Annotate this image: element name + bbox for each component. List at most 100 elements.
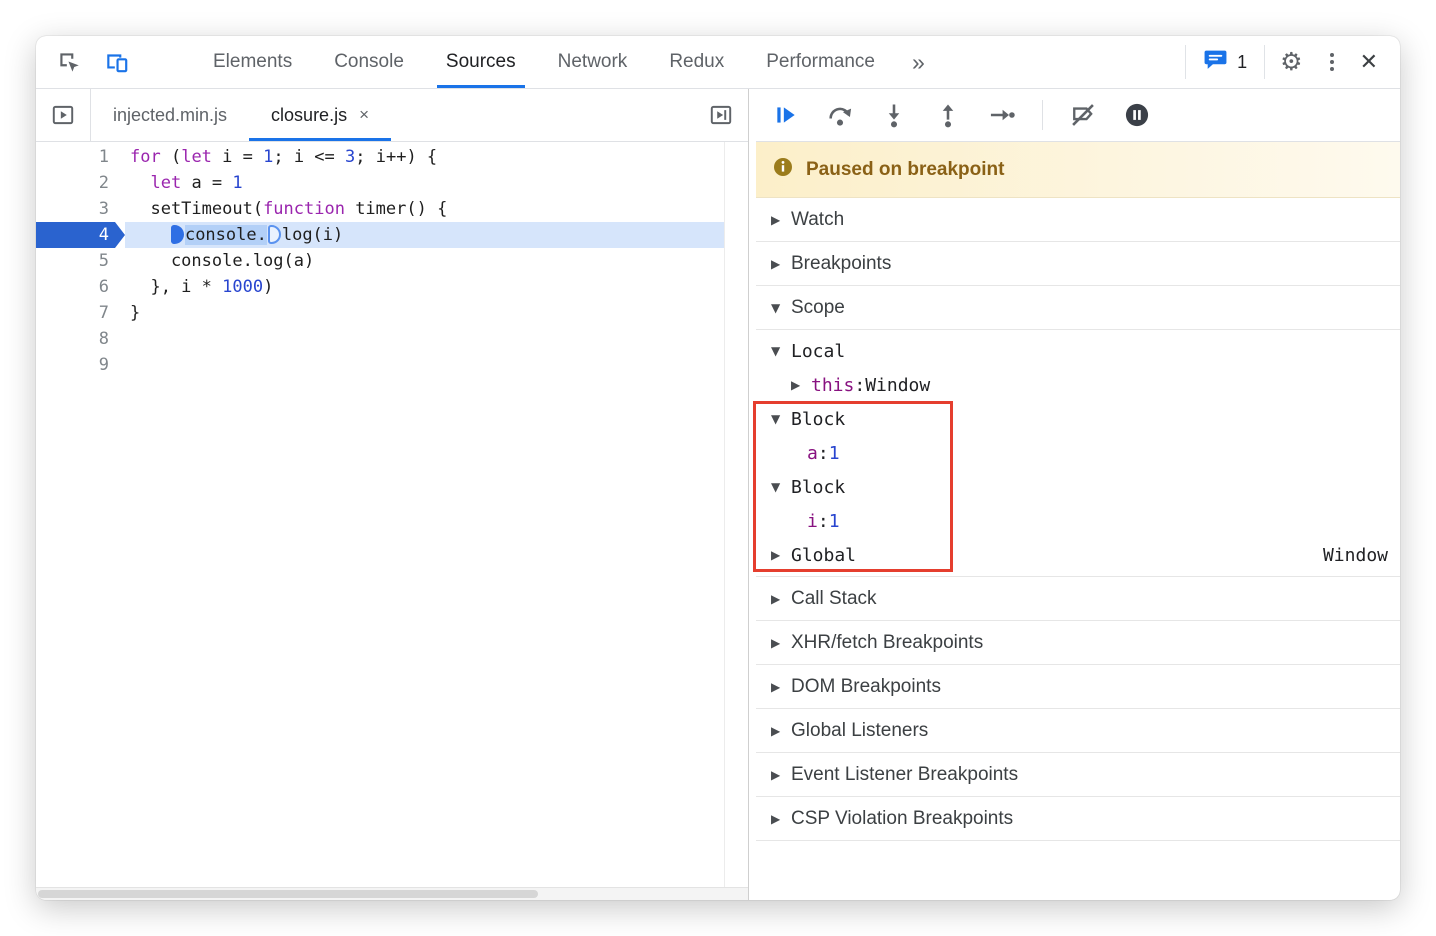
disclosure-triangle-icon[interactable]: ▼ [771,481,791,493]
message-count-badge: 1 [1237,51,1248,72]
disclosure-triangle-icon[interactable]: ▶ [771,637,783,649]
scrollbar-thumb[interactable] [38,890,538,898]
code-token: setTimeout( [130,199,264,219]
step-into-icon[interactable] [880,101,908,129]
code-token: let [150,173,182,193]
code-token: ( [160,147,182,167]
tab-redux[interactable]: Redux [648,36,745,88]
pause-on-exceptions-icon[interactable] [1123,101,1151,129]
scope-label: Local [791,340,846,362]
code-token: timer() { [344,199,448,219]
close-tab-icon[interactable]: × [359,105,369,125]
code-line: 8 [36,326,724,352]
disclosure-triangle-icon[interactable]: ▼ [771,345,791,357]
tab-sources[interactable]: Sources [425,36,537,88]
code-line: 2 let a = 1 [36,170,724,196]
file-tab-closure-js[interactable]: closure.js × [249,89,391,141]
tab-console[interactable]: Console [313,36,425,88]
section-global-listeners[interactable]: ▶ Global Listeners [756,709,1400,753]
section-csp-violation-breakpoints[interactable]: ▶ CSP Violation Breakpoints [756,797,1400,841]
tab-performance[interactable]: Performance [745,36,896,88]
file-tab-injected-min-js[interactable]: injected.min.js [91,89,249,141]
disclosure-triangle-icon[interactable]: ▶ [771,549,791,561]
scope-tree: ▼ Local ▶ this: Window ▼ Block a: 1 ▼ Block i: 1 ▶… [756,330,1400,577]
disclosure-triangle-icon[interactable]: ▶ [771,681,783,693]
code-line: 6 }, i * 1000) [36,274,724,300]
sources-editor-pane: injected.min.js closure.js × 1 for (let i =… [36,89,748,900]
disclosure-triangle-icon[interactable]: ▶ [771,769,783,781]
code-token: a = [181,173,233,193]
scope-a: a: 1 [756,436,1400,470]
variable-value: 1 [828,510,840,532]
settings-gear-icon[interactable]: ⚙ [1265,47,1317,77]
line-number-gutter[interactable]: 3 [36,196,125,222]
disclosure-triangle-icon[interactable]: ▶ [771,258,783,270]
step-out-icon[interactable] [934,101,962,129]
code-token: i = [211,147,264,167]
file-tab-bar: injected.min.js closure.js × [36,89,748,142]
code-text: console.log(a) [125,248,724,274]
section-label: Breakpoints [791,252,892,274]
section-xhr-fetch-breakpoints[interactable]: ▶ XHR/fetch Breakpoints [756,621,1400,665]
line-number-gutter[interactable]: 6 [36,274,125,300]
code-token: 1000 [222,277,264,297]
scope-label: Global [791,544,857,566]
resume-script-execution-icon[interactable] [772,101,800,129]
inline-step-marker-icon[interactable] [170,225,184,244]
code-token: console. [184,225,267,245]
debugger-toolbar [756,89,1400,142]
tab-elements[interactable]: Elements [192,36,313,88]
toolbar-separator [1042,100,1043,130]
line-number-gutter[interactable]: 1 [36,144,125,170]
pane-divider[interactable] [748,89,756,900]
line-number-gutter[interactable]: 8 [36,326,125,352]
devtools-main-toolbar: Elements Console Sources Network Redux Perfor… [36,36,1400,89]
scope-block[interactable]: ▼ Block [756,470,1400,504]
close-icon[interactable]: ✕ [1346,49,1400,75]
horizontal-scrollbar[interactable] [36,887,748,900]
file-tab-label: closure.js [271,104,348,125]
tab-network[interactable]: Network [537,36,649,88]
section-watch[interactable]: ▶ Watch [756,198,1400,242]
line-number-gutter[interactable]: 7 [36,300,125,326]
inspect-element-icon[interactable] [50,43,88,81]
scope-this[interactable]: ▶ this: Window [756,368,1400,402]
section-scope[interactable]: ▼ Scope [756,286,1400,330]
disclosure-triangle-icon[interactable]: ▶ [771,813,783,825]
scope-global[interactable]: ▶ Global Window [756,538,1400,572]
line-number-gutter[interactable]: 2 [36,170,125,196]
line-number-gutter[interactable]: 9 [36,352,125,378]
toggle-device-toolbar-icon[interactable] [98,43,136,81]
more-tabs-icon[interactable]: » [896,49,941,76]
section-call-stack[interactable]: ▶ Call Stack [756,577,1400,621]
line-number-gutter[interactable]: 5 [36,248,125,274]
step-over-icon[interactable] [826,101,854,129]
pane-toggle-icon[interactable] [708,89,748,141]
disclosure-triangle-icon[interactable]: ▶ [791,379,811,391]
deactivate-breakpoints-icon[interactable] [1069,101,1097,129]
disclosure-triangle-icon[interactable]: ▼ [771,302,783,314]
console-drawer-indicator[interactable]: 1 [1185,45,1266,79]
paused-banner-text: Paused on breakpoint [806,158,1005,180]
inline-step-marker-icon[interactable] [267,225,281,244]
section-breakpoints[interactable]: ▶ Breakpoints [756,242,1400,286]
scope-local[interactable]: ▼ Local [756,334,1400,368]
editor-scroll-gutter [725,142,748,887]
step-icon[interactable] [988,101,1016,129]
scope-block[interactable]: ▼ Block [756,402,1400,436]
disclosure-triangle-icon[interactable]: ▶ [771,593,783,605]
section-event-listener-breakpoints[interactable]: ▶ Event Listener Breakpoints [756,753,1400,797]
section-label: DOM Breakpoints [791,675,941,697]
scope-right-value: Window [1322,544,1388,566]
show-navigator-icon[interactable] [36,89,91,141]
disclosure-triangle-icon[interactable]: ▼ [771,413,791,425]
variable-name: a [807,442,818,464]
section-dom-breakpoints[interactable]: ▶ DOM Breakpoints [756,665,1400,709]
code-editor: 1 for (let i = 1; i <= 3; i++) {2 let a =… [36,142,748,900]
disclosure-triangle-icon[interactable]: ▶ [771,214,783,226]
disclosure-triangle-icon[interactable]: ▶ [771,725,783,737]
section-label: Global Listeners [791,719,929,741]
line-number-gutter[interactable]: 4 [36,222,125,248]
more-options-icon[interactable] [1318,53,1346,71]
